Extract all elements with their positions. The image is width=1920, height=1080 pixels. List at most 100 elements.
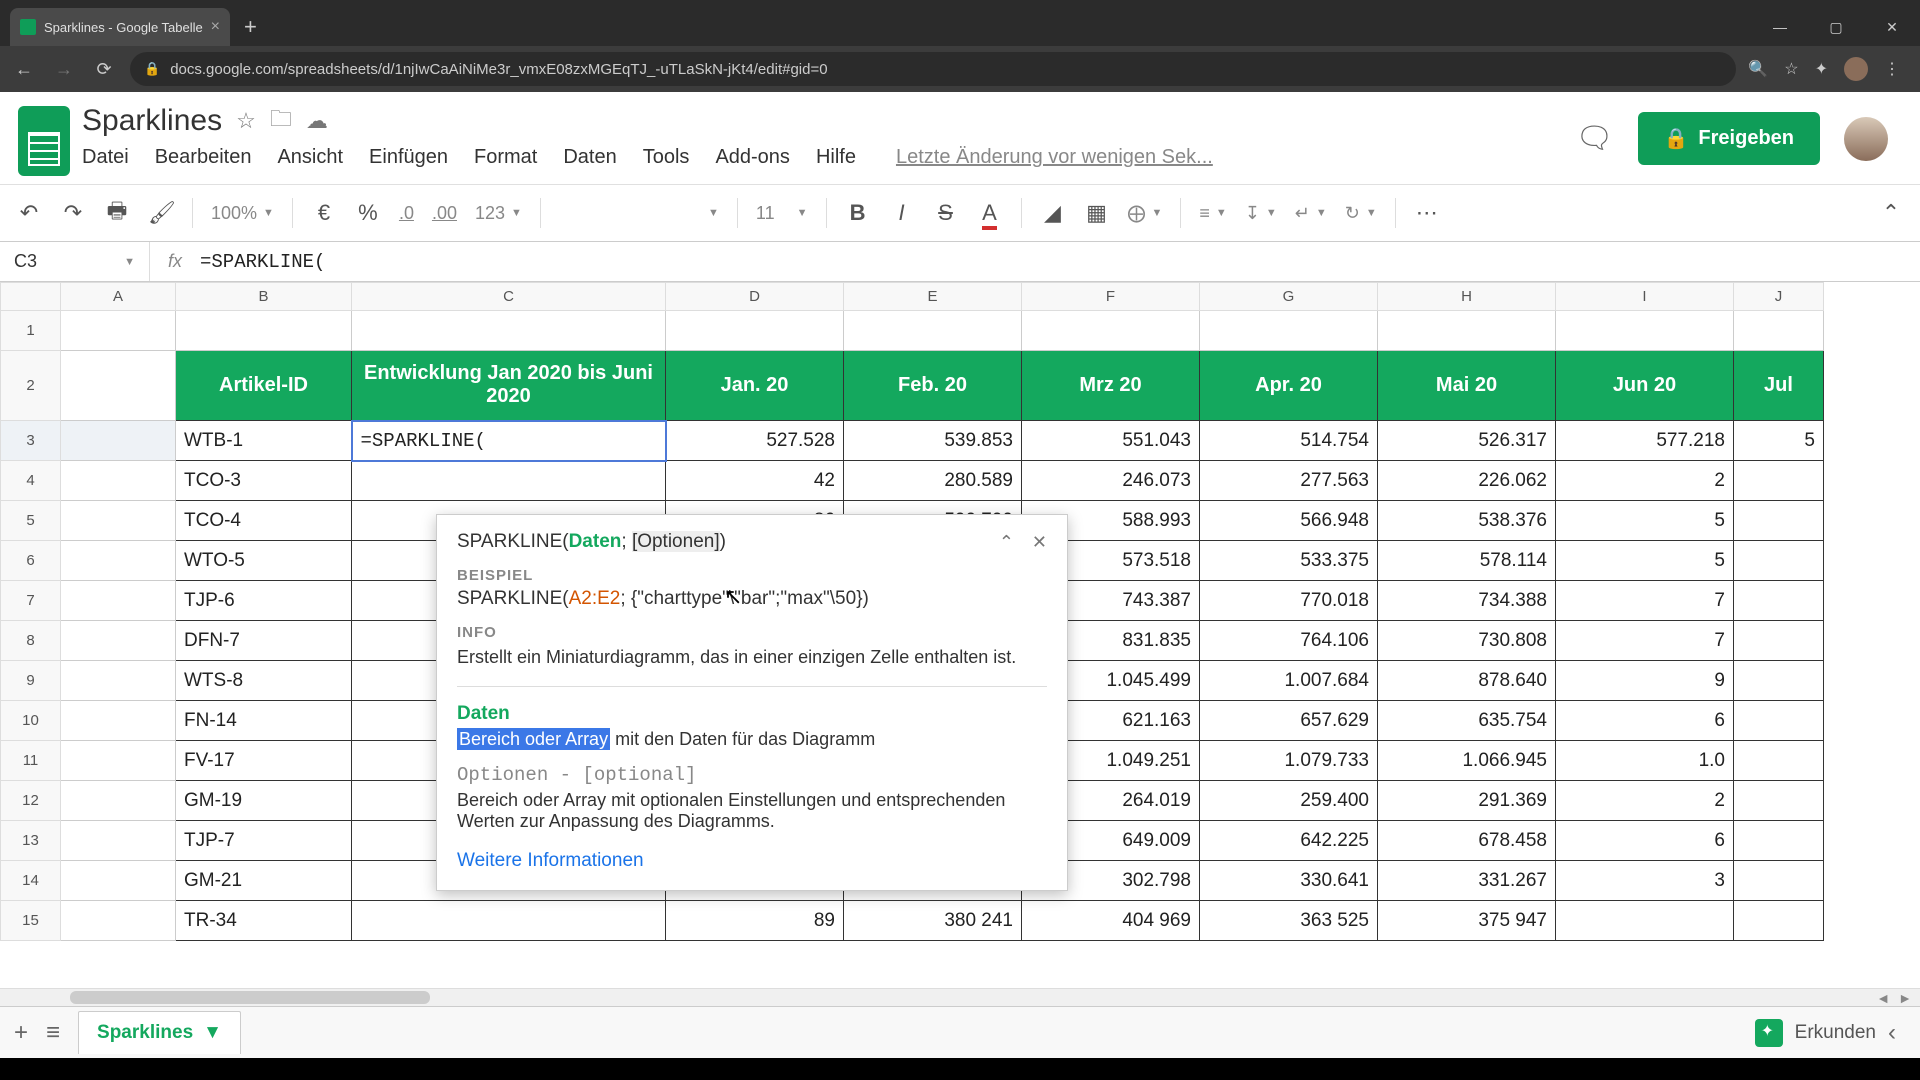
nav-back-icon[interactable]: ← [10,59,38,80]
url-input[interactable]: 🔒 docs.google.com/spreadsheets/d/1njIwCa… [130,52,1736,86]
spreadsheet-grid[interactable]: A B C D E F G H I J 1 2 Artikel-ID Entwi… [0,282,1920,988]
select-all-corner[interactable] [1,283,61,311]
cell[interactable]: 527.528 [666,421,844,461]
cell[interactable]: FN-14 [176,701,352,741]
side-panel-toggle-icon[interactable]: ‹ [1888,1019,1896,1047]
row-header[interactable]: 10 [1,701,61,741]
cell[interactable]: 730.808 [1378,621,1556,661]
header-entwicklung[interactable]: Entwicklung Jan 2020 bis Juni 2020 [352,351,666,421]
row-header[interactable]: 13 [1,821,61,861]
cell[interactable]: 657.629 [1200,701,1378,741]
cell[interactable]: 514.754 [1200,421,1378,461]
percent-button[interactable]: % [355,200,381,226]
cell[interactable]: 7 [1556,621,1734,661]
cell[interactable]: 259.400 [1200,781,1378,821]
number-format-select[interactable]: 123▼ [475,203,522,224]
cell[interactable]: TJP-7 [176,821,352,861]
header-month[interactable]: Mai 20 [1378,351,1556,421]
menu-einfuegen[interactable]: Einfügen [369,146,448,169]
cell[interactable]: 533.375 [1200,541,1378,581]
row-header[interactable]: 6 [1,541,61,581]
close-helper-icon[interactable]: ✕ [1032,532,1047,553]
cell[interactable]: 6 [1556,821,1734,861]
menu-daten[interactable]: Daten [563,146,616,169]
cell[interactable]: GM-21 [176,861,352,901]
col-header-F[interactable]: F [1022,283,1200,311]
col-header-H[interactable]: H [1378,283,1556,311]
merge-cells-icon[interactable]: ⨁ ▼ [1128,203,1163,224]
cell[interactable]: TR-34 [176,901,352,941]
cell[interactable]: 551.043 [1022,421,1200,461]
sheet-tab-active[interactable]: Sparklines ▼ [78,1011,241,1054]
row-header[interactable]: 15 [1,901,61,941]
last-edit-link[interactable]: Letzte Änderung vor wenigen Sek... [896,146,1213,169]
font-size-select[interactable]: 11 ▼ [756,203,808,224]
menu-format[interactable]: Format [474,146,537,169]
window-maximize-icon[interactable]: ▢ [1808,8,1864,46]
cell[interactable]: 764.106 [1200,621,1378,661]
new-tab-button[interactable]: + [230,14,271,46]
paint-format-icon[interactable]: 🖌 [148,200,174,226]
row-header[interactable]: 14 [1,861,61,901]
col-header-A[interactable]: A [61,283,176,311]
tab-close-icon[interactable]: × [211,18,220,36]
horizontal-align-icon[interactable]: ≡ ▼ [1199,203,1226,224]
collapse-toolbar-icon[interactable]: ⌃ [1878,200,1904,226]
helper-more-info-link[interactable]: Weitere Informationen [457,850,1047,872]
explore-icon[interactable] [1755,1019,1783,1047]
explore-label[interactable]: Erkunden [1795,1022,1876,1044]
cell[interactable]: 5 [1556,541,1734,581]
row-header[interactable]: 12 [1,781,61,821]
star-icon[interactable]: ☆ [236,108,256,134]
menu-hilfe[interactable]: Hilfe [816,146,856,169]
cell[interactable]: 280.589 [844,461,1022,501]
cell[interactable]: 770.018 [1200,581,1378,621]
row-header[interactable]: 5 [1,501,61,541]
cell[interactable]: DFN-7 [176,621,352,661]
cell[interactable]: WTB-1 [176,421,352,461]
cell[interactable] [1556,901,1734,941]
cell[interactable]: 538.376 [1378,501,1556,541]
window-close-icon[interactable]: ✕ [1864,8,1920,46]
col-header-D[interactable]: D [666,283,844,311]
comments-icon[interactable]: 🗨 [1575,121,1613,156]
cell[interactable] [1734,741,1824,781]
menu-datei[interactable]: Datei [82,146,129,169]
print-icon[interactable]: 🖶 [104,194,130,232]
menu-addons[interactable]: Add-ons [715,146,790,169]
formula-input[interactable]: =SPARKLINE( [200,251,1920,273]
horizontal-scrollbar[interactable]: ◄ ► [0,988,1920,1006]
cell[interactable]: 678.458 [1378,821,1556,861]
row-header[interactable]: 7 [1,581,61,621]
row-header[interactable]: 1 [1,311,61,351]
cell[interactable]: TJP-6 [176,581,352,621]
header-month[interactable]: Mrz 20 [1022,351,1200,421]
cell[interactable]: 380 241 [844,901,1022,941]
cell[interactable]: 2 [1556,781,1734,821]
cell[interactable]: 642.225 [1200,821,1378,861]
undo-icon[interactable]: ↶ [16,200,42,226]
scroll-right-icon[interactable]: ► [1898,990,1912,1006]
chevron-down-icon[interactable]: ▼ [203,1022,222,1044]
cell[interactable] [1734,461,1824,501]
text-rotation-icon[interactable]: ↻ ▼ [1345,203,1377,224]
sheets-logo-icon[interactable] [18,106,70,176]
cell[interactable]: 363 525 [1200,901,1378,941]
cell[interactable]: 9 [1556,661,1734,701]
share-button[interactable]: 🔒 Freigeben [1638,112,1820,165]
editing-cell[interactable]: =SPARKLINE( [352,421,666,461]
text-color-icon[interactable]: A [977,200,1003,226]
row-header[interactable]: 8 [1,621,61,661]
scrollbar-thumb[interactable] [70,991,430,1004]
browser-menu-icon[interactable]: ⋮ [1884,59,1900,79]
profile-avatar-small[interactable] [1844,57,1868,81]
italic-icon[interactable]: I [889,200,915,226]
cell[interactable]: 246.073 [1022,461,1200,501]
cell[interactable]: 277.563 [1200,461,1378,501]
col-header-C[interactable]: C [352,283,666,311]
cell[interactable] [1734,701,1824,741]
cell[interactable]: 330.641 [1200,861,1378,901]
cell[interactable] [1734,861,1824,901]
cell[interactable]: 1.079.733 [1200,741,1378,781]
menu-bearbeiten[interactable]: Bearbeiten [155,146,252,169]
